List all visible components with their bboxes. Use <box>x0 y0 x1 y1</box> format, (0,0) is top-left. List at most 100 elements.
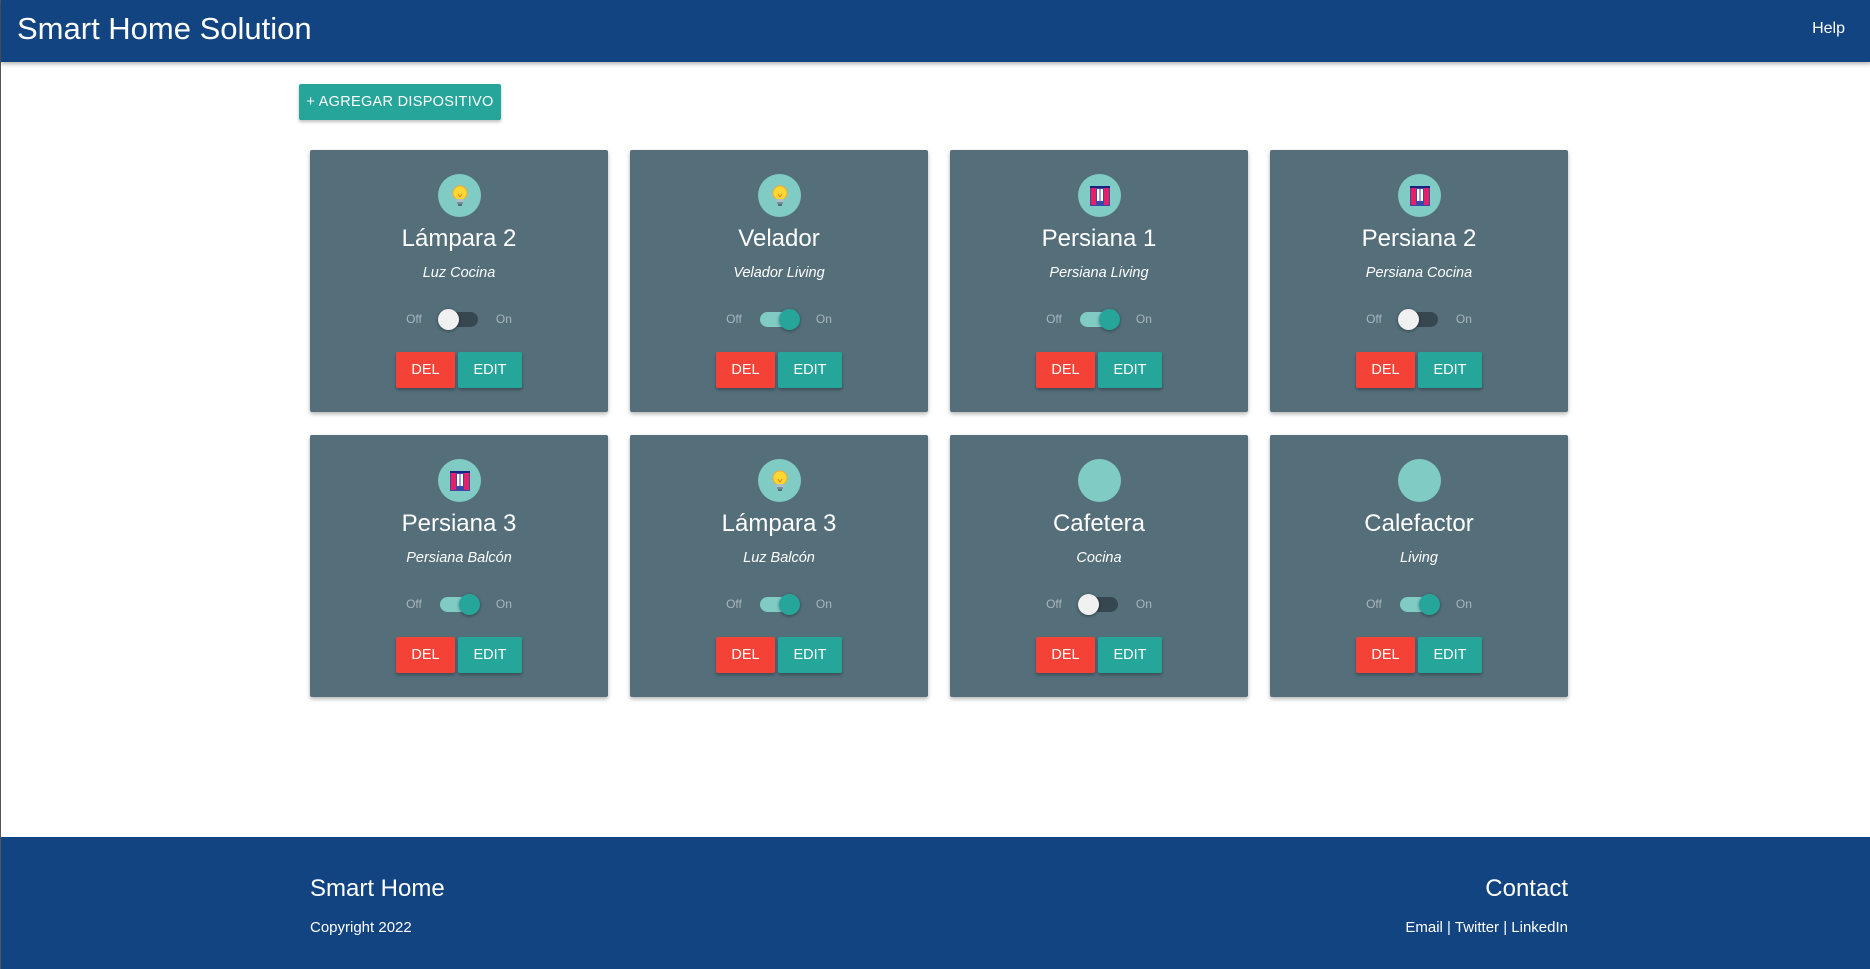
window-blind-icon <box>438 459 481 502</box>
footer-link-twitter[interactable]: Twitter <box>1455 919 1499 936</box>
device-actions: DEL EDIT <box>310 637 608 673</box>
delete-button[interactable]: DEL <box>716 352 775 388</box>
app-title[interactable]: Smart Home Solution <box>17 9 312 49</box>
device-name: Cafetera <box>1052 510 1146 537</box>
switch-off-label: Off <box>726 597 742 611</box>
delete-button[interactable]: DEL <box>1036 637 1095 673</box>
device-switch-row: Off On <box>630 309 928 330</box>
device-switch-row: Off On <box>1270 594 1568 615</box>
toggle-knob <box>778 309 800 330</box>
device-description: Luz Balcón <box>743 550 815 566</box>
delete-button[interactable]: DEL <box>1356 352 1415 388</box>
device-toggle[interactable] <box>1397 309 1438 330</box>
footer: Smart Home Copyright 2022 Contact Email … <box>1 837 1870 969</box>
switch-on-label: On <box>495 597 512 611</box>
device-description: Persiana Living <box>1049 265 1149 281</box>
device-toggle[interactable] <box>439 594 480 615</box>
edit-button[interactable]: EDIT <box>1098 352 1162 388</box>
edit-button[interactable]: EDIT <box>458 637 522 673</box>
switch-off-label: Off <box>406 597 422 611</box>
device-card: Persiana 1 Persiana Living Off On DEL ED… <box>950 150 1248 412</box>
device-card: Persiana 2 Persiana Cocina Off On DEL ED… <box>1270 150 1568 412</box>
device-actions: DEL EDIT <box>950 352 1248 388</box>
switch-off-label: Off <box>1366 312 1382 326</box>
device-toggle[interactable] <box>759 594 800 615</box>
edit-button[interactable]: EDIT <box>1418 352 1482 388</box>
switch-on-label: On <box>1135 597 1152 611</box>
toggle-knob <box>778 594 800 615</box>
footer-link-email[interactable]: Email <box>1405 919 1443 936</box>
switch-off-label: Off <box>1046 312 1062 326</box>
delete-button[interactable]: DEL <box>716 637 775 673</box>
device-description: Luz Cocina <box>422 265 496 281</box>
device-description: Persiana Cocina <box>1365 265 1473 281</box>
device-card: Calefactor Living Off On DEL EDIT <box>1270 435 1568 697</box>
device-switch-row: Off On <box>630 594 928 615</box>
device-name: Calefactor <box>1364 510 1474 537</box>
window-blind-icon <box>1398 174 1441 217</box>
device-toggle[interactable] <box>437 309 478 330</box>
toggle-knob <box>1397 309 1419 330</box>
footer-contact-title: Contact <box>1485 875 1568 902</box>
device-description: Living <box>1400 550 1438 566</box>
device-name: Persiana 2 <box>1361 225 1477 252</box>
device-toggle[interactable] <box>1399 594 1440 615</box>
device-actions: DEL EDIT <box>310 352 608 388</box>
device-actions: DEL EDIT <box>1270 352 1568 388</box>
switch-off-label: Off <box>726 312 742 326</box>
delete-button[interactable]: DEL <box>396 637 455 673</box>
footer-link-linkedin[interactable]: LinkedIn <box>1511 919 1568 936</box>
device-card: Velador Velador Living Off On DEL EDIT <box>630 150 928 412</box>
switch-off-label: Off <box>1046 597 1062 611</box>
toggle-knob <box>458 594 480 615</box>
device-toggle[interactable] <box>759 309 800 330</box>
device-name: Persiana 3 <box>401 510 517 537</box>
delete-button[interactable]: DEL <box>1036 352 1095 388</box>
switch-off-label: Off <box>1366 597 1382 611</box>
navbar: Smart Home Solution Help <box>1 0 1870 62</box>
device-toggle[interactable] <box>1077 594 1118 615</box>
edit-button[interactable]: EDIT <box>1098 637 1162 673</box>
help-link[interactable]: Help <box>1812 19 1845 39</box>
device-card: Cafetera Cocina Off On DEL EDIT <box>950 435 1248 697</box>
footer-brand-title: Smart Home <box>310 875 445 902</box>
footer-contact-links: Email | Twitter | LinkedIn <box>1405 919 1568 937</box>
toggle-knob <box>1098 309 1120 330</box>
lightbulb-icon <box>758 174 801 217</box>
switch-on-label: On <box>815 597 832 611</box>
edit-button[interactable]: EDIT <box>1418 637 1482 673</box>
device-switch-row: Off On <box>1270 309 1568 330</box>
device-switch-row: Off On <box>950 309 1248 330</box>
blank-icon <box>1078 459 1121 502</box>
delete-button[interactable]: DEL <box>1356 637 1415 673</box>
device-switch-row: Off On <box>310 309 608 330</box>
delete-button[interactable]: DEL <box>396 352 455 388</box>
switch-on-label: On <box>1455 312 1472 326</box>
device-switch-row: Off On <box>310 594 608 615</box>
device-description: Persiana Balcón <box>406 550 512 566</box>
toggle-knob <box>437 309 459 330</box>
device-name: Lámpara 3 <box>721 510 837 537</box>
device-toggle[interactable] <box>1079 309 1120 330</box>
device-grid: Lámpara 2 Luz Cocina Off On DEL EDIT Vel… <box>310 150 1568 697</box>
switch-on-label: On <box>1455 597 1472 611</box>
edit-button[interactable]: EDIT <box>778 352 842 388</box>
switch-off-label: Off <box>406 312 422 326</box>
device-name: Persiana 1 <box>1041 225 1157 252</box>
add-device-button[interactable]: + AGREGAR DISPOSITIVO <box>299 84 501 120</box>
toggle-knob <box>1077 594 1099 615</box>
device-switch-row: Off On <box>950 594 1248 615</box>
footer-link-separator: | <box>1442 919 1455 936</box>
footer-copyright: Copyright 2022 <box>310 919 412 936</box>
edit-button[interactable]: EDIT <box>778 637 842 673</box>
switch-on-label: On <box>495 312 512 326</box>
edit-button[interactable]: EDIT <box>458 352 522 388</box>
device-name: Velador <box>738 225 820 252</box>
switch-on-label: On <box>1135 312 1152 326</box>
device-description: Velador Living <box>733 265 825 281</box>
device-actions: DEL EDIT <box>630 352 928 388</box>
toggle-knob <box>1418 594 1440 615</box>
switch-on-label: On <box>815 312 832 326</box>
footer-link-separator: | <box>1499 919 1512 936</box>
lightbulb-icon <box>438 174 481 217</box>
